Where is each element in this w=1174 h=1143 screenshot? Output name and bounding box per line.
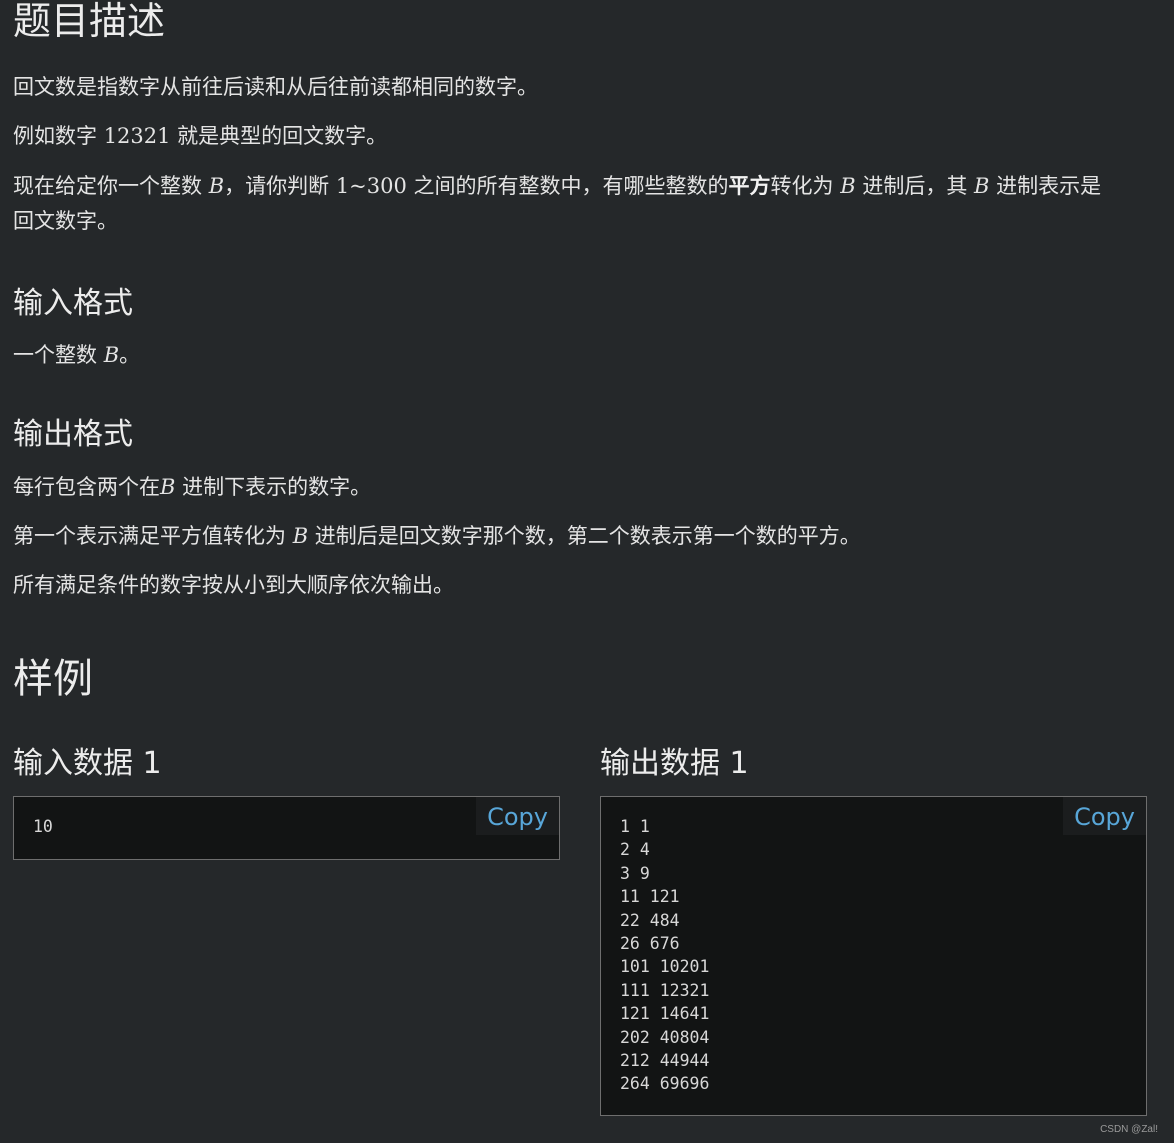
sample-output-line: 1 1: [620, 817, 650, 836]
sample-output-line: 3 9: [620, 863, 650, 883]
sample-output-box[interactable]: 1 1 2 4 3 9 11 121 22 484 26 676 101 102…: [600, 796, 1147, 1116]
sample-input-label: 输入数据 1: [13, 746, 162, 781]
sample-output-line: 202 40804: [620, 1027, 710, 1047]
sample-output-line: 22 484: [620, 910, 680, 930]
sample-output-line: 111 12321: [620, 980, 710, 1000]
sample-output-column: 输出数据 1 1 1 2 4 3 9 11 121 22 484 26 676 …: [600, 738, 1147, 1116]
problem-title: 题目描述: [13, 0, 166, 43]
math-var-b: B: [974, 174, 990, 198]
bold-square: 平方: [728, 174, 771, 198]
input-format-text: 一个整数 B。: [13, 343, 141, 367]
output-format-line-3: 所有满足条件的数字按从小到大顺序依次输出。: [13, 573, 454, 597]
description-line-3: 现在给定你一个整数 B，请你判断 1~300 之间的所有整数中，有哪些整数的平方…: [13, 174, 1102, 233]
math-var-b: B: [840, 174, 856, 198]
sample-input-box[interactable]: 10 Copy: [13, 796, 560, 860]
description-line-1: 回文数是指数字从前往后读和从后往前读都相同的数字。: [13, 75, 538, 99]
sample-output-line: 212 44944: [620, 1051, 710, 1071]
description-line-2: 例如数字 12321 就是典型的回文数字。: [13, 124, 388, 148]
math-var-b: B: [160, 475, 176, 499]
sample-output-line: 2 4: [620, 840, 650, 860]
math-var-b: B: [208, 174, 225, 198]
range-text: 1~300: [335, 174, 407, 198]
math-var-b: B: [292, 524, 309, 548]
sample-input-line: 10: [33, 817, 53, 836]
sample-output-line: 26 676: [620, 934, 680, 954]
output-format-line-2: 第一个表示满足平方值转化为 B 进制后是回文数字那个数，第二个数表示第一个数的平…: [13, 524, 861, 548]
description-block: 回文数是指数字从前往后读和从后往前读都相同的数字。 例如数字 12321 就是典…: [13, 70, 1153, 239]
output-format-block: 每行包含两个在B 进制下表示的数字。 第一个表示满足平方值转化为 B 进制后是回…: [13, 470, 1153, 603]
math-var-b: B: [103, 343, 120, 367]
copy-output-button[interactable]: Copy: [1063, 797, 1146, 835]
sample-output-label: 输出数据 1: [600, 746, 749, 781]
sample-input-column: 输入数据 1 10 Copy: [13, 738, 560, 860]
example-number: 12321: [103, 124, 171, 148]
output-format-line-1: 每行包含两个在B 进制下表示的数字。: [13, 475, 372, 499]
sample-output-line: 11 121: [620, 887, 680, 907]
samples-heading: 样例: [13, 656, 93, 702]
output-format-heading: 输出格式: [13, 417, 133, 452]
watermark: CSDN @Zal!: [1100, 1124, 1158, 1135]
input-format-heading: 输入格式: [13, 286, 133, 321]
copy-input-button[interactable]: Copy: [476, 797, 559, 835]
problem-page: 题目描述 回文数是指数字从前往后读和从后往前读都相同的数字。 例如数字 1232…: [0, 0, 1174, 1143]
sample-output-line: 264 69696: [620, 1074, 710, 1094]
sample-output-line: 121 14641: [620, 1004, 710, 1024]
sample-output-line: 101 10201: [620, 957, 710, 977]
